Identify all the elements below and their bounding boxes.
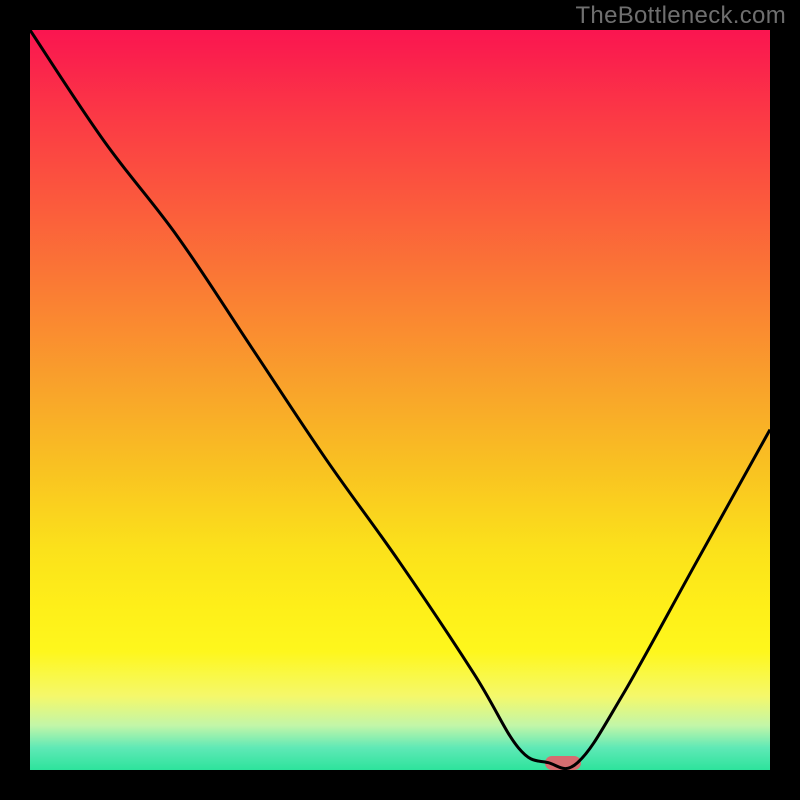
- watermark-text: TheBottleneck.com: [575, 2, 786, 30]
- plot-area: [30, 30, 770, 770]
- bottleneck-curve: [30, 30, 770, 769]
- curve-layer: [30, 30, 770, 770]
- chart-frame: TheBottleneck.com: [0, 0, 800, 800]
